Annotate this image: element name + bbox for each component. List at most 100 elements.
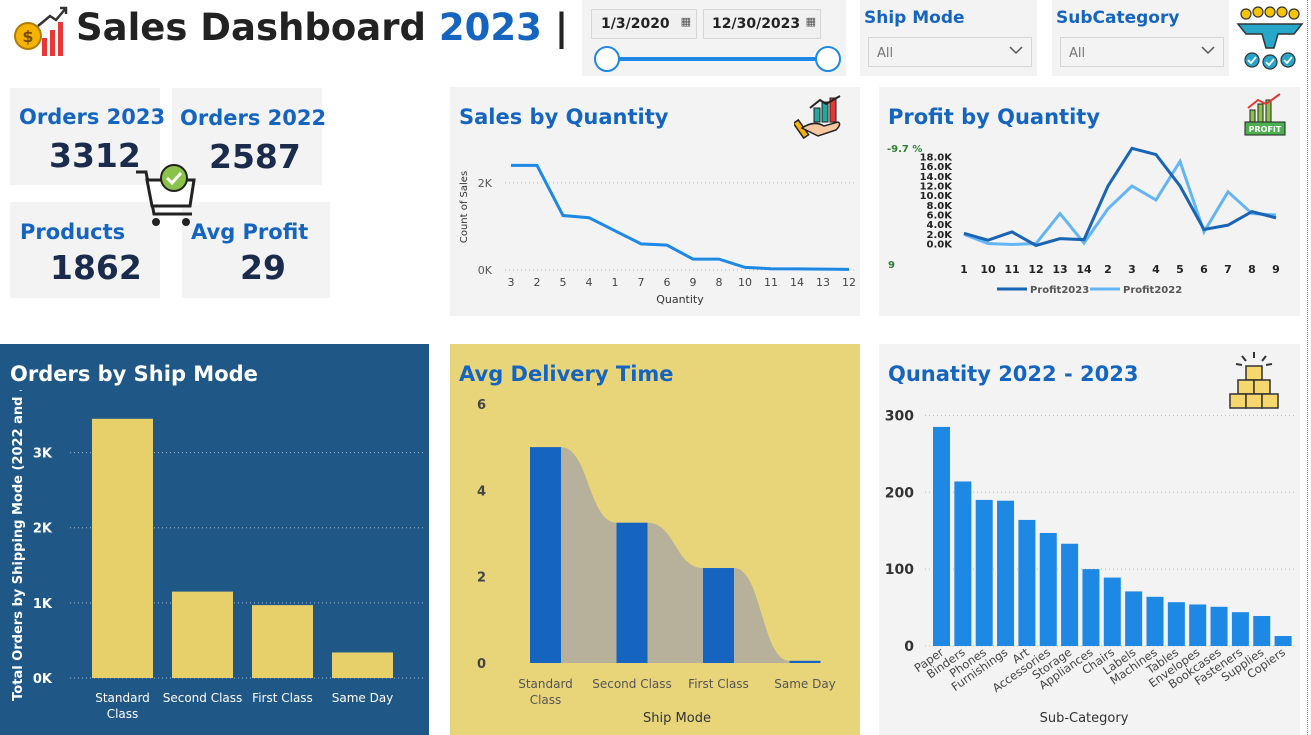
- title-bar: |: [554, 6, 569, 49]
- chevron-down-icon: [1009, 43, 1023, 61]
- calendar-icon: ▦: [805, 15, 816, 28]
- y-tick-label: 0.0K: [927, 240, 954, 251]
- legend-label-profit2022: Profit2022: [1123, 285, 1182, 296]
- start-date-input[interactable]: 1/3/2020 ▦: [591, 9, 697, 39]
- calendar-icon: ▦: [680, 15, 691, 28]
- bar-standard-class: [92, 418, 153, 678]
- y-tick-label: 10.0K: [920, 191, 954, 202]
- y-tick-label: 6: [477, 398, 486, 413]
- x-tick-label: 3: [1128, 263, 1136, 276]
- y-tick-label: 200: [885, 485, 914, 501]
- x-tick-label: Same Day: [774, 677, 836, 691]
- x-tick-label: 10: [980, 263, 996, 276]
- x-tick-label: 6: [664, 276, 671, 289]
- bar-supplies: [1253, 616, 1271, 646]
- bar-bookcases: [1210, 606, 1228, 646]
- svg-text:$: $: [22, 27, 33, 46]
- y-tick-label: 12.0K: [920, 182, 954, 193]
- x-tick-label: First Class: [688, 677, 749, 691]
- subcategory-value: All: [1069, 46, 1086, 61]
- date-slider-end-handle[interactable]: [815, 46, 841, 72]
- quantity-title: Qunatity 2022 - 2023: [888, 362, 1139, 386]
- x-tick-label: First Class: [252, 691, 313, 705]
- title-text: Sales Dashboard: [76, 6, 426, 49]
- x-tick-label: 11: [764, 276, 778, 289]
- x-axis-label: Sub-Category: [1040, 711, 1129, 726]
- header-icon: $: [12, 4, 68, 60]
- bar-phones: [975, 499, 993, 646]
- bar-labels: [1125, 591, 1143, 646]
- x-tick-label: 6: [1200, 263, 1208, 276]
- quantity-chart: Sub-Category 0100200300 PaperBindersPhon…: [885, 408, 1297, 726]
- ship-mode-dropdown[interactable]: All: [868, 37, 1032, 67]
- subcategory-dropdown[interactable]: All: [1060, 37, 1224, 67]
- y-axis-label: Count of Sales: [459, 171, 470, 243]
- x-tick-label: 9: [1272, 263, 1280, 276]
- date-slider-track[interactable]: [607, 57, 828, 61]
- x-tick-label: 7: [1224, 263, 1232, 276]
- x-axis-label: Quantity: [656, 293, 704, 306]
- bar-accessories: [1039, 532, 1057, 646]
- ship-mode-label: Ship Mode: [864, 8, 965, 28]
- y-tick-label: 14.0K: [920, 172, 954, 183]
- shopping-cart-check-icon: [134, 160, 198, 230]
- orders-by-ship-mode-title: Orders by Ship Mode: [10, 362, 258, 386]
- page-edge-divider: [1307, 0, 1308, 735]
- y-axis-label: Total Orders by Shipping Mode (2022 and …: [11, 390, 26, 701]
- kpi-orders-2022-label: Orders 2022: [180, 106, 327, 130]
- x-tick-label: 8: [716, 276, 723, 289]
- y-tick-label: 100: [885, 562, 914, 578]
- end-date-input[interactable]: 12/30/2023 ▦: [703, 9, 821, 39]
- bar-art: [1018, 519, 1036, 646]
- bar-first-class: [703, 568, 734, 663]
- x-tick-label: 13: [1052, 263, 1067, 276]
- x-tick-label: 14: [790, 276, 804, 289]
- svg-text:PROFIT: PROFIT: [1249, 125, 1282, 134]
- x-tick-label: 12: [1028, 263, 1043, 276]
- x-tick-label: Class: [530, 693, 562, 707]
- y-tick-label: 1K: [33, 597, 53, 612]
- y-tick-label: 4: [477, 484, 486, 499]
- y-tick-label: 8.0K: [927, 201, 954, 212]
- kpi-products-label: Products: [20, 220, 126, 244]
- x-tick-label: 1: [612, 276, 619, 289]
- y-tick-label: 16.0K: [920, 162, 954, 173]
- x-tick-label: 8: [1248, 263, 1256, 276]
- end-date-value: 12/30/2023: [712, 16, 801, 32]
- y-tick-label: 6.0K: [927, 211, 954, 222]
- kpi-orders-2023-label: Orders 2023: [19, 105, 166, 129]
- x-tick-label: Class: [107, 707, 139, 721]
- bar-paper: [933, 426, 950, 646]
- x-tick-label: 9: [690, 276, 697, 289]
- x-tick-label: Same Day: [332, 691, 394, 705]
- y-tick-label: 4.0K: [927, 220, 954, 231]
- kpi-orders-2022-value: 2587: [209, 137, 301, 176]
- x-tick-label: 10: [738, 276, 752, 289]
- x-tick-label: Standard: [95, 691, 150, 705]
- start-date-value: 1/3/2020: [601, 16, 670, 32]
- avg-delivery-time-chart: Ship Mode 0 2 4 6 Standard Class Second Class…: [477, 398, 836, 726]
- subcategory-label: SubCategory: [1056, 8, 1180, 28]
- bar-second-class: [172, 591, 233, 678]
- x-tick-label: 4: [586, 276, 593, 289]
- kpi-avg-profit-label: Avg Profit: [191, 220, 309, 244]
- x-tick-label: 5: [1176, 263, 1184, 276]
- x-tick-label: 12: [842, 276, 856, 289]
- bar-binders: [954, 481, 972, 646]
- y-tick-label: 0: [477, 657, 486, 672]
- bar-second-class: [616, 522, 648, 663]
- bar-copiers: [1274, 636, 1292, 646]
- date-slider-start-handle[interactable]: [594, 46, 620, 72]
- series-line-count-of-sales: [511, 163, 850, 271]
- x-tick-label: 1: [960, 263, 968, 276]
- bar-standard-class: [530, 447, 561, 663]
- kpi-products-value: 1862: [50, 248, 142, 287]
- y-tick-label: 0K: [33, 672, 53, 687]
- profit-by-quantity-title: Profit by Quantity: [888, 105, 1101, 129]
- y-tick-label: 2K: [33, 522, 53, 537]
- orders-by-ship-mode-chart: Total Orders by Shipping Mode (2022 and …: [11, 390, 425, 721]
- bar-fasteners: [1231, 612, 1249, 646]
- y-tick-label: 0K: [478, 264, 493, 277]
- title-year: 2023: [438, 6, 542, 49]
- x-tick-label: 11: [1004, 263, 1019, 276]
